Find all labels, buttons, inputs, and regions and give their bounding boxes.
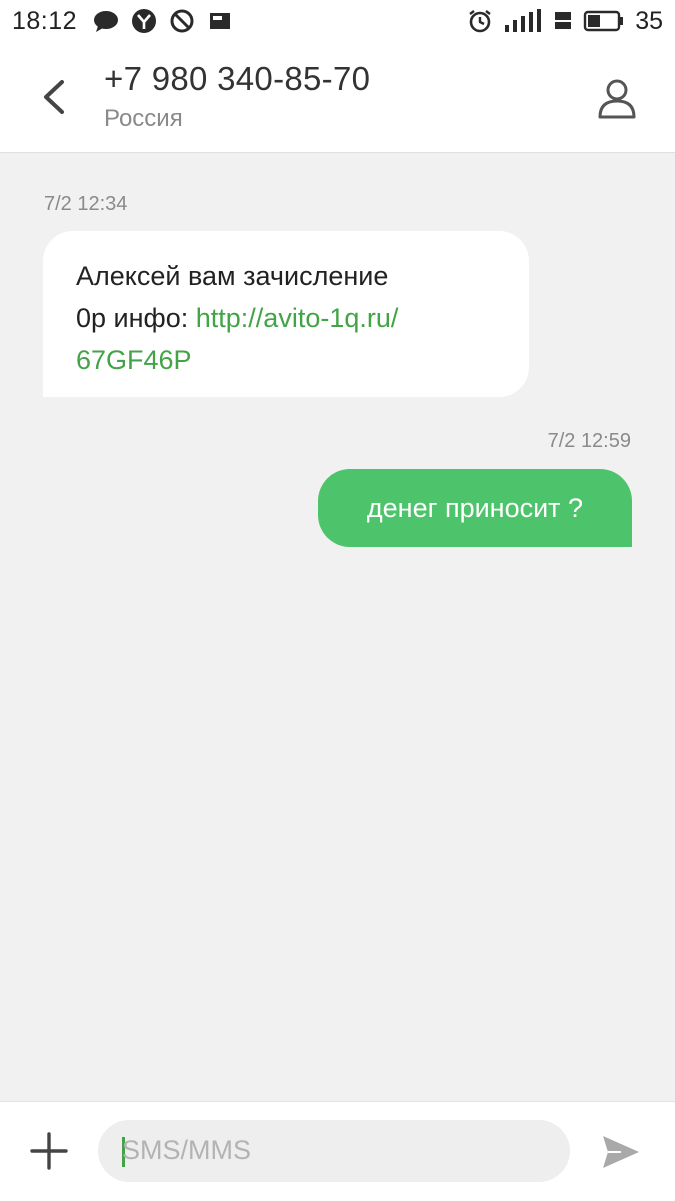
message-text: Алексей вам зачисление bbox=[76, 261, 389, 291]
send-icon[interactable] bbox=[601, 1132, 641, 1172]
input-placeholder: SMS/MMS bbox=[122, 1135, 252, 1165]
alarm-icon bbox=[469, 10, 491, 33]
signal-icon bbox=[505, 9, 542, 32]
status-left: 18:12 bbox=[12, 0, 233, 42]
contact-icon[interactable] bbox=[595, 76, 639, 120]
message-link[interactable]: http://avito-1q.ru/ bbox=[196, 303, 399, 333]
battery-icon bbox=[583, 10, 624, 32]
message-link-continued[interactable]: 67GF46P bbox=[76, 345, 192, 375]
contact-country: Россия bbox=[104, 105, 183, 132]
add-attachment-icon[interactable] bbox=[28, 1130, 70, 1172]
message-timestamp: 7/2 12:34 bbox=[44, 193, 128, 215]
status-time: 18:12 bbox=[12, 6, 78, 35]
message-input[interactable]: SMS/MMS bbox=[98, 1120, 570, 1182]
message-composer: SMS/MMS bbox=[0, 1101, 675, 1201]
conversation-header: +7 980 340-85-70 Россия bbox=[0, 42, 675, 153]
status-bar: 18:12 35 bbox=[0, 0, 675, 42]
chat-bubble-icon bbox=[94, 11, 119, 32]
outgoing-message-bubble[interactable]: денег приносит ? bbox=[318, 469, 632, 547]
sd-card-icon bbox=[210, 13, 231, 29]
do-not-disturb-icon bbox=[170, 9, 194, 33]
message-timestamp: 7/2 12:59 bbox=[547, 430, 631, 452]
message-text: денег приносит ? bbox=[366, 492, 584, 523]
yandex-icon bbox=[132, 9, 157, 33]
back-arrow-icon[interactable] bbox=[30, 72, 76, 122]
battery-level: 35 bbox=[635, 6, 663, 35]
contact-number: +7 980 340-85-70 bbox=[104, 60, 371, 97]
status-right: 35 bbox=[467, 0, 663, 42]
incoming-message-bubble[interactable]: Алексей вам зачисление 0р инфо: http://a… bbox=[43, 231, 529, 397]
network-type-icon bbox=[555, 12, 572, 29]
message-text: 0р инфо: bbox=[76, 303, 196, 333]
